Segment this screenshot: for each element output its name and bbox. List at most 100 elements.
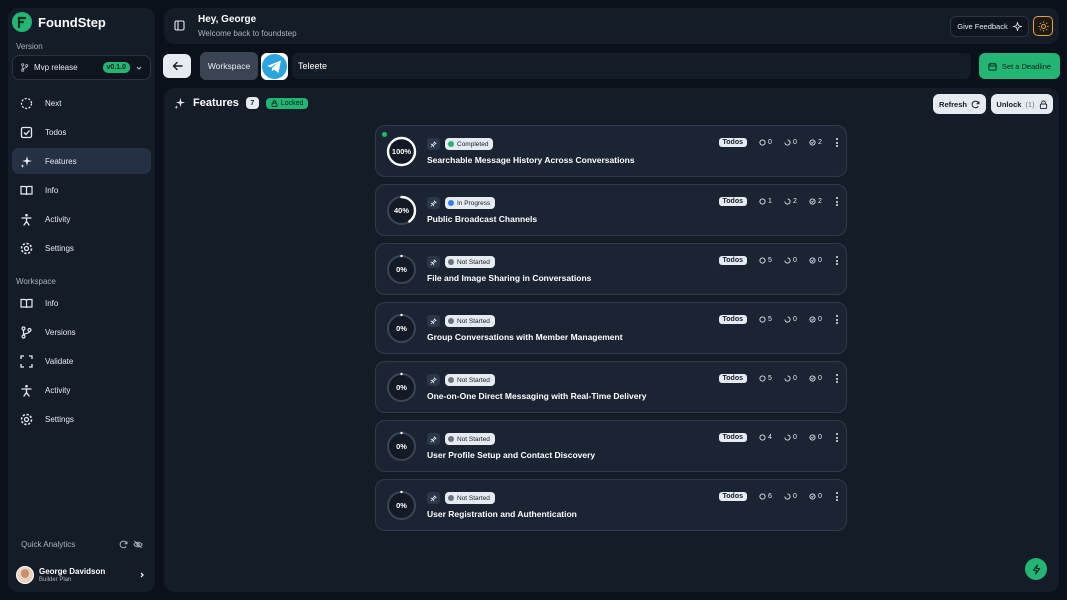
git-branch-icon: [20, 63, 29, 72]
pin-icon: [430, 435, 437, 443]
sidebar-item-features[interactable]: Features: [12, 148, 151, 174]
feature-title: User Registration and Authentication: [427, 509, 577, 519]
telegram-logo-icon: [261, 53, 288, 80]
check-circle-icon: [809, 139, 816, 146]
more-options-icon[interactable]: [834, 433, 840, 442]
person-icon: [20, 213, 33, 226]
todos-badge[interactable]: Todos: [718, 433, 747, 442]
feature-card[interactable]: 100% Completed Searchable Message Histor…: [375, 125, 847, 177]
sidebar-item-workspace-info[interactable]: Info: [12, 290, 151, 316]
feature-stat: 0: [784, 493, 803, 500]
pin-button[interactable]: [427, 315, 440, 327]
stat-value: 0: [793, 493, 797, 500]
quick-analytics: Quick Analytics: [21, 540, 143, 549]
lock-icon: [271, 99, 278, 107]
feature-title: Searchable Message History Across Conver…: [427, 155, 635, 165]
more-options-icon[interactable]: [834, 374, 840, 383]
feature-meta: Todos 6 0 0: [718, 492, 840, 501]
stat-value: 0: [793, 434, 797, 441]
todos-badge[interactable]: Todos: [718, 138, 747, 147]
circle-icon: [759, 375, 766, 382]
todos-badge[interactable]: Todos: [718, 256, 747, 265]
stat-value: 0: [793, 257, 797, 264]
feature-card[interactable]: 0% Not Started User Registration and Aut…: [375, 479, 847, 531]
project-name-field[interactable]: Teleete: [292, 53, 971, 79]
refresh-icon: [971, 100, 980, 109]
sidebar-item-versions[interactable]: Versions: [12, 319, 151, 345]
refresh-icon[interactable]: [119, 540, 128, 549]
lightning-icon: [1031, 563, 1042, 575]
pin-button[interactable]: [427, 197, 440, 209]
pin-button[interactable]: [427, 492, 440, 504]
workspace-section-label: Workspace: [16, 277, 56, 286]
header: Hey, George Welcome back to foundstep Gi…: [164, 8, 1059, 44]
quick-action-button[interactable]: [1025, 558, 1047, 580]
sidebar-item-label: Settings: [45, 243, 74, 253]
quick-analytics-label: Quick Analytics: [21, 540, 76, 549]
todos-badge[interactable]: Todos: [718, 374, 747, 383]
more-options-icon[interactable]: [834, 315, 840, 324]
sidebar-item-label: Info: [45, 298, 59, 308]
stat-value: 0: [818, 375, 822, 382]
pin-icon: [430, 376, 437, 384]
sidebar-item-validate[interactable]: Validate: [12, 348, 151, 374]
back-button[interactable]: [163, 54, 191, 78]
set-deadline-button[interactable]: Set a Deadline: [979, 53, 1060, 79]
feature-stat: 2: [809, 198, 828, 205]
todos-badge[interactable]: Todos: [718, 315, 747, 324]
feature-meta: Todos 0 0 2: [718, 138, 840, 147]
check-circle-icon: [809, 434, 816, 441]
loader-icon: [784, 139, 791, 146]
sidebar-item-next[interactable]: Next: [12, 90, 151, 116]
todos-badge[interactable]: Todos: [718, 197, 747, 206]
progress-percent: 0%: [396, 383, 407, 392]
theme-toggle-button[interactable]: [1033, 16, 1053, 36]
more-options-icon[interactable]: [834, 197, 840, 206]
feature-title: One-on-One Direct Messaging with Real-Ti…: [427, 391, 647, 401]
pin-button[interactable]: [427, 138, 440, 150]
sidebar-item-activity[interactable]: Activity: [12, 206, 151, 232]
feature-stat: 0: [809, 375, 828, 382]
more-options-icon[interactable]: [834, 138, 840, 147]
feature-card[interactable]: 40% In Progress Public Broadcast Channel…: [375, 184, 847, 236]
more-options-icon[interactable]: [834, 256, 840, 265]
feature-stat: 5: [759, 316, 778, 323]
stat-value: 1: [768, 198, 772, 205]
sidebar-item-workspace-settings[interactable]: Settings: [12, 406, 151, 432]
version-select[interactable]: Mvp release v0.1.0: [12, 55, 151, 80]
greeting-subtitle: Welcome back to foundstep: [198, 29, 297, 38]
feature-card[interactable]: 0% Not Started One-on-One Direct Messagi…: [375, 361, 847, 413]
sidebar-item-settings[interactable]: Settings: [12, 235, 151, 261]
git-branch-icon: [20, 325, 33, 339]
workspace-button[interactable]: Workspace: [200, 52, 258, 80]
feature-card[interactable]: 0% Not Started Group Conversations with …: [375, 302, 847, 354]
locked-badge: Locked: [265, 97, 309, 109]
more-options-icon[interactable]: [834, 492, 840, 501]
workspace-button-label: Workspace: [207, 61, 251, 71]
user-card[interactable]: George Davidson Builder Plan: [16, 564, 146, 586]
refresh-button[interactable]: Refresh: [933, 94, 986, 114]
status-text: Completed: [457, 140, 489, 148]
pin-button[interactable]: [427, 433, 440, 445]
feature-stat: 0: [784, 316, 803, 323]
eye-off-icon[interactable]: [133, 540, 143, 549]
brand[interactable]: FoundStep: [12, 12, 106, 32]
pin-button[interactable]: [427, 256, 440, 268]
unlock-button[interactable]: Unlock (1): [991, 94, 1053, 114]
pin-button[interactable]: [427, 374, 440, 386]
stat-value: 2: [818, 139, 822, 146]
sidebar-item-label: Activity: [45, 214, 71, 224]
sidebar-item-todos[interactable]: Todos: [12, 119, 151, 145]
feature-card[interactable]: 0% Not Started User Profile Setup and Co…: [375, 420, 847, 472]
loader-icon: [784, 434, 791, 441]
sidebar-toggle-icon[interactable]: [174, 20, 185, 31]
feature-card[interactable]: 0% Not Started File and Image Sharing in…: [375, 243, 847, 295]
sidebar-item-info[interactable]: Info: [12, 177, 151, 203]
give-feedback-button[interactable]: Give Feedback: [950, 16, 1029, 37]
sidebar-item-label: Features: [45, 156, 77, 166]
feature-stat: 0: [809, 257, 828, 264]
loader-icon: [784, 493, 791, 500]
sidebar-item-workspace-activity[interactable]: Activity: [12, 377, 151, 403]
pin-icon: [430, 494, 437, 502]
todos-badge[interactable]: Todos: [718, 492, 747, 501]
